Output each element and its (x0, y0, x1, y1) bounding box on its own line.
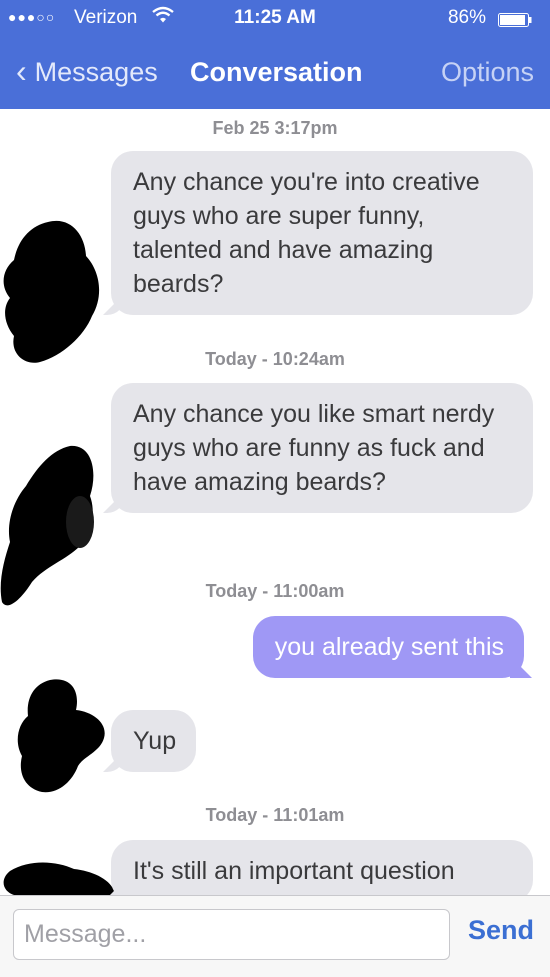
message-composer: Send (0, 895, 550, 977)
send-button[interactable]: Send (468, 915, 534, 946)
page-title: Conversation (190, 57, 363, 87)
conversation-thread[interactable]: Feb 25 3:17pm Any chance you're into cre… (0, 109, 550, 895)
redacted-avatar (3, 220, 100, 363)
message-input[interactable] (13, 909, 450, 960)
battery-icon (498, 11, 532, 27)
message-bubble-incoming: Yup (111, 710, 197, 772)
options-button[interactable]: Options (441, 57, 534, 88)
message-bubble-incoming: Any chance you like smart nerdy guys who… (111, 383, 533, 513)
timestamp: Today - 11:01am (205, 805, 345, 825)
navigation-bar: ‹ Messages Conversation Options (0, 50, 550, 98)
timestamp: Today - 11:00am (205, 581, 345, 601)
redacted-avatar (17, 679, 105, 793)
header-bar: ●●●○○ Verizon 11:25 AM 86% ‹ Messages Co… (0, 0, 550, 109)
battery-percent: 86% (447, 7, 486, 28)
message-bubble-outgoing: you already sent this (252, 616, 524, 678)
back-button[interactable]: ‹ Messages (16, 53, 158, 89)
chevron-left-icon: ‹ (16, 53, 27, 89)
back-label: Messages (34, 57, 158, 87)
redacted-avatar (3, 862, 114, 895)
timestamp: Today - 10:24am (205, 349, 345, 369)
message-bubble-incoming: Any chance you're into creative guys who… (111, 151, 533, 315)
message-bubble-incoming: It's still an important question (111, 840, 533, 895)
timestamp: Feb 25 3:17pm (212, 118, 338, 138)
status-bar: ●●●○○ Verizon 11:25 AM 86% (0, 0, 550, 36)
